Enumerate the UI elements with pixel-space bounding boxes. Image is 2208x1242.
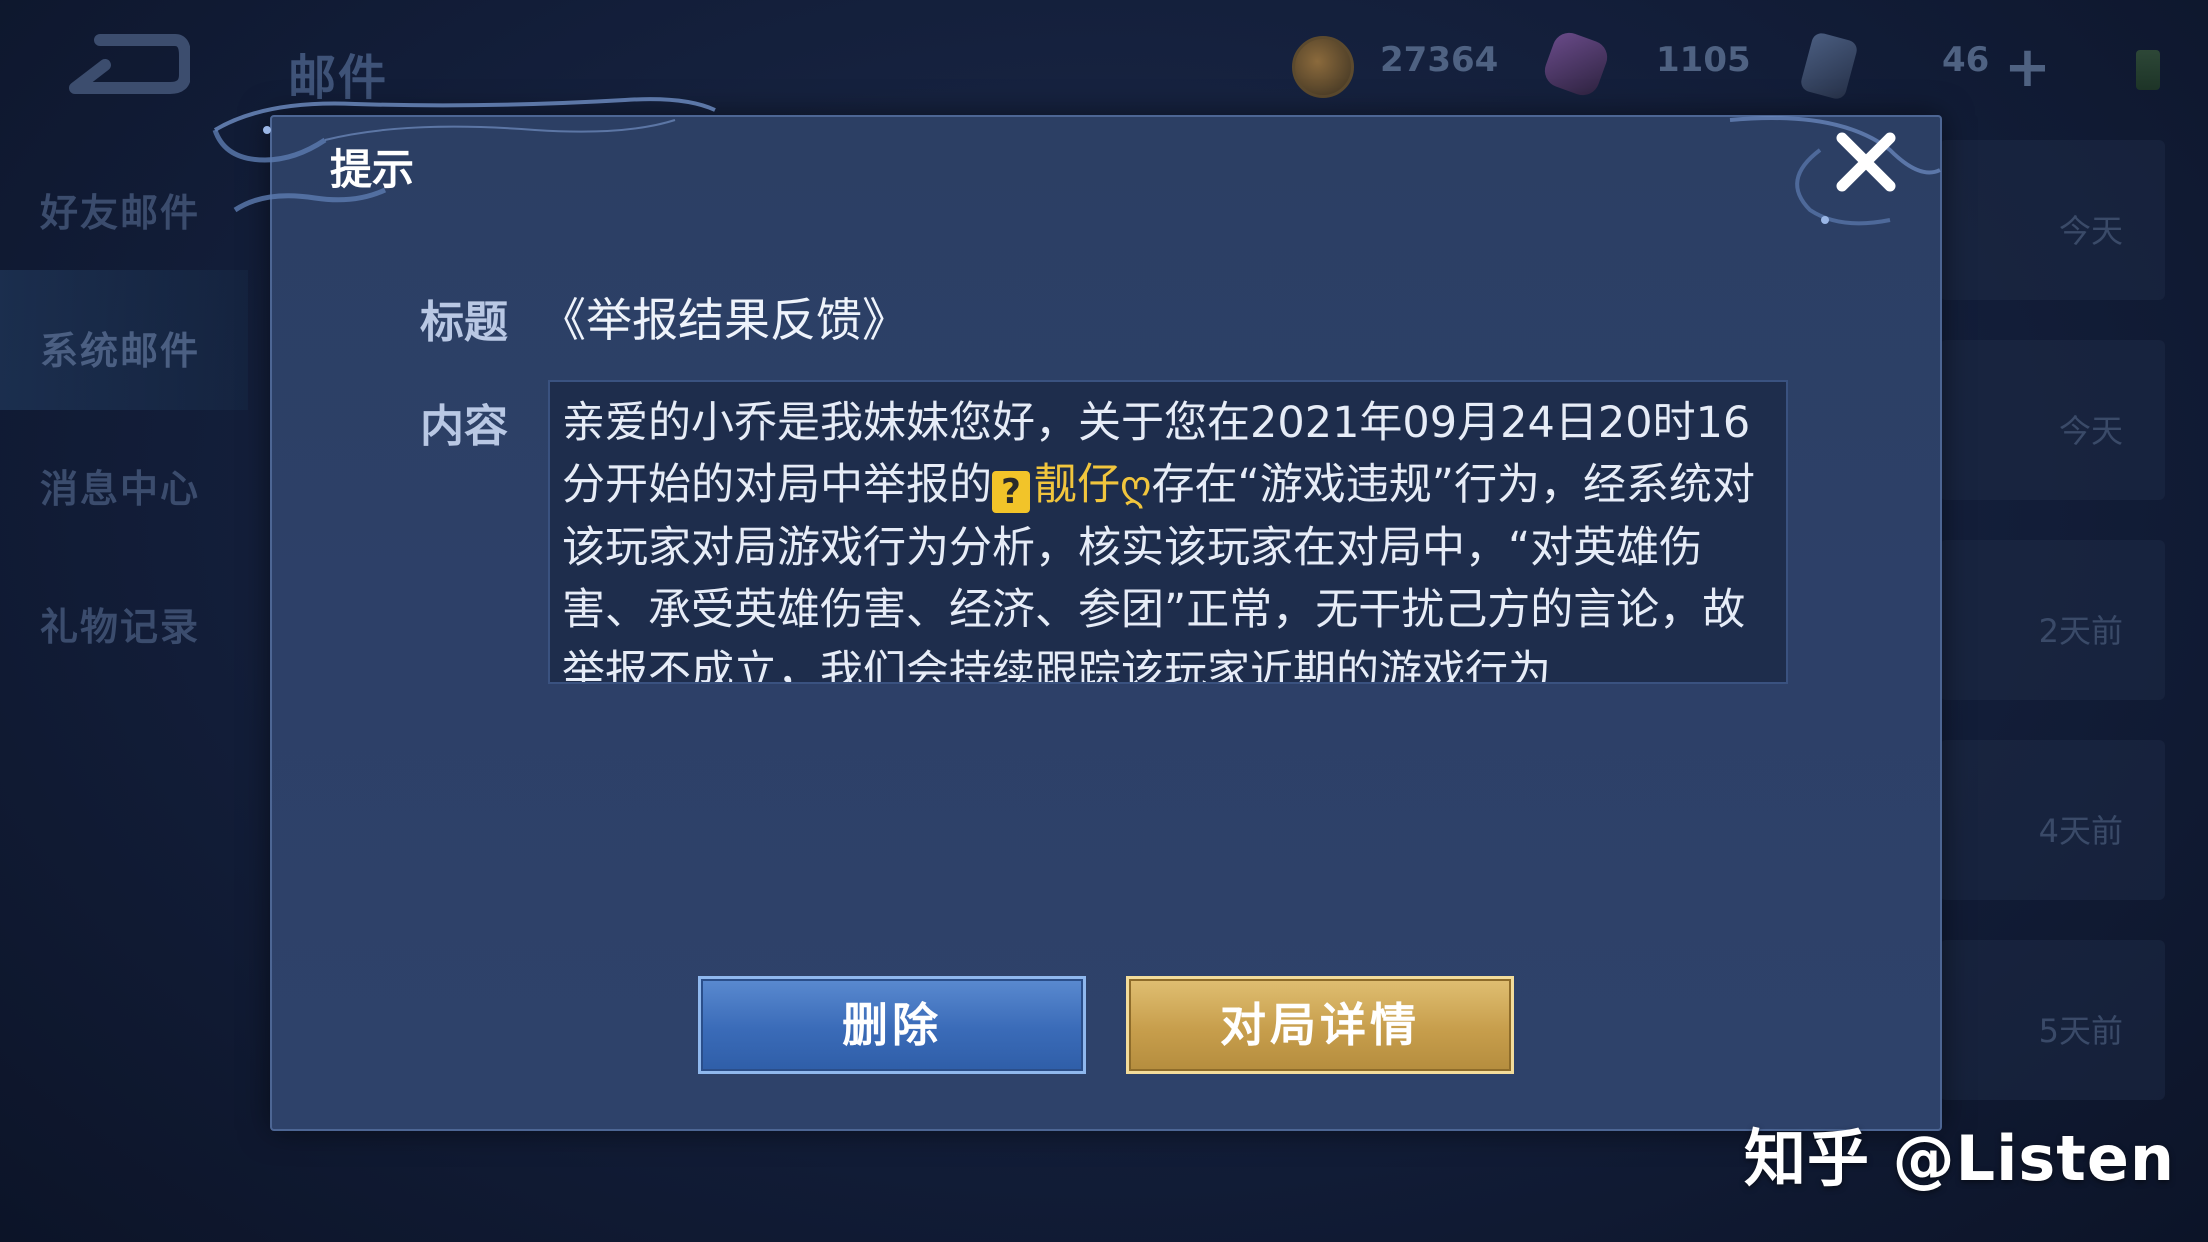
list-item[interactable]: 2天前 — [1940, 540, 2165, 700]
coin-icon — [1292, 36, 1354, 98]
match-detail-button[interactable]: 对局详情 — [1126, 976, 1514, 1074]
sidebar-item-message-center[interactable]: 消息中心 — [40, 458, 200, 513]
dialog-title: 提示 — [330, 145, 415, 194]
close-icon[interactable] — [1832, 128, 1900, 196]
subject-label: 标题 — [420, 297, 508, 348]
mail-time: 2天前 — [2038, 612, 2123, 650]
list-item[interactable]: 4天前 — [1940, 740, 2165, 900]
mail-time: 5天前 — [2038, 1012, 2123, 1050]
mail-content: 亲爱的小乔是我妹妹您好，关于您在2021年09月24日20时16分开始的对局中举… — [562, 392, 1778, 682]
mail-subject: 《举报结果反馈》 — [540, 293, 908, 347]
ticket-count: 46 — [1942, 40, 1990, 80]
mail-time: 今天 — [2058, 212, 2123, 250]
sidebar-item-system-mail[interactable]: 系统邮件 — [40, 320, 200, 375]
list-item[interactable]: 今天 — [1940, 140, 2165, 300]
wifi-icon — [2136, 50, 2160, 90]
gem-icon — [1540, 28, 1612, 100]
plus-icon[interactable]: + — [2004, 40, 2051, 96]
heart-icon: ღ — [1120, 463, 1152, 509]
gem-count: 1105 — [1656, 40, 1751, 80]
mail-content-box[interactable]: 亲爱的小乔是我妹妹您好，关于您在2021年09月24日20时16分开始的对局中举… — [548, 380, 1788, 684]
delete-button[interactable]: 删除 — [698, 976, 1086, 1074]
list-item[interactable]: 5天前 — [1940, 940, 2165, 1100]
dialog-corner-ornament — [212, 97, 716, 213]
sidebar-item-gift-record[interactable]: 礼物记录 — [40, 596, 200, 651]
list-item[interactable]: 今天 — [1940, 340, 2165, 500]
sidebar-item-friend-mail[interactable]: 好友邮件 — [40, 182, 200, 237]
watermark: 知乎 @Listen — [1744, 1122, 2176, 1195]
back-arrow-icon[interactable] — [60, 30, 191, 100]
mail-time: 4天前 — [2038, 812, 2123, 850]
content-label: 内容 — [420, 401, 508, 452]
reported-player-name: 靓仔 — [1034, 460, 1120, 510]
ticket-icon — [1799, 31, 1859, 101]
question-icon: ? — [992, 471, 1030, 513]
coin-count: 27364 — [1380, 40, 1499, 80]
mail-time: 今天 — [2058, 412, 2123, 450]
